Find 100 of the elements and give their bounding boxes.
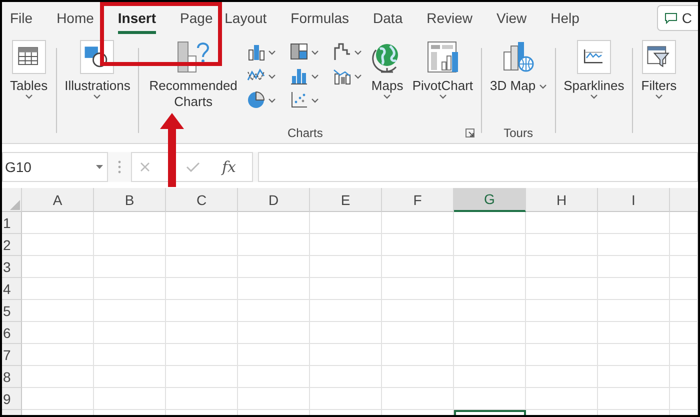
dialog-launcher-button[interactable] [465,128,476,138]
grid-cell[interactable] [454,366,526,388]
grid-cell[interactable] [382,388,454,410]
grid-cell[interactable] [22,256,94,278]
grid-cell[interactable] [166,388,238,410]
grid-cell[interactable] [238,234,310,256]
grid-cell[interactable] [670,322,698,344]
grid-cell[interactable] [238,366,310,388]
grid-cell[interactable] [454,212,526,234]
grid-cell[interactable] [670,278,698,300]
ribbon-tab[interactable]: Page Layout [180,2,267,34]
grid-cell[interactable] [238,256,310,278]
grid-cell[interactable] [598,300,670,322]
grid-cell[interactable] [238,278,310,300]
grid-cell[interactable] [310,388,382,410]
cancel-button[interactable] [140,162,150,172]
grid-cell[interactable] [526,278,598,300]
row-header[interactable]: 7 [2,344,22,366]
row-header[interactable]: 3 [2,256,22,278]
grid-cell[interactable] [526,322,598,344]
ribbon-button[interactable]: PivotChart [410,38,476,101]
grid-cell[interactable] [526,256,598,278]
grid-cell[interactable] [598,256,670,278]
grid-cell[interactable] [94,234,166,256]
grid-cell[interactable] [598,388,670,410]
grid-cell[interactable] [526,300,598,322]
grid-cell[interactable] [238,212,310,234]
grid-cell[interactable] [94,322,166,344]
grid-cell[interactable] [22,344,94,366]
ribbon-tab[interactable]: Formulas [290,2,350,34]
grid-cell[interactable] [94,278,166,300]
grid-cell[interactable] [166,322,238,344]
ribbon-tab[interactable]: Review [426,2,473,34]
grid-cell[interactable] [310,344,382,366]
grid-cell[interactable] [22,388,94,410]
grid-cell[interactable] [382,234,454,256]
grid-cell[interactable] [670,234,698,256]
grid-cell[interactable] [454,322,526,344]
grid-cell[interactable] [670,256,698,278]
grid-cell[interactable] [598,278,670,300]
grid-cell[interactable] [526,388,598,410]
ribbon-button[interactable]: Illustrations [62,38,132,101]
column-header[interactable]: E [310,188,382,212]
column-header[interactable]: H [526,188,598,212]
grid-cell[interactable] [166,300,238,322]
grid-cell[interactable] [94,300,166,322]
grid-cell[interactable] [166,234,238,256]
grid-cell[interactable] [166,278,238,300]
grid-cell[interactable] [454,344,526,366]
grid-cell[interactable] [166,212,238,234]
grid-cell[interactable] [22,366,94,388]
grid-cell[interactable] [598,322,670,344]
grid-cell[interactable] [94,366,166,388]
grid-cell[interactable] [94,388,166,410]
grid-cell[interactable] [382,300,454,322]
ribbon-button[interactable]: 3D Map [488,38,549,96]
grid-cell[interactable] [166,366,238,388]
grid-cell[interactable] [22,278,94,300]
grid-cell[interactable] [382,366,454,388]
grid-cell[interactable] [670,366,698,388]
grid-cell[interactable] [454,278,526,300]
ribbon-button[interactable]: Recommended Charts [145,38,242,112]
grid-cell[interactable] [310,212,382,234]
grid-cell[interactable] [22,300,94,322]
column-header[interactable]: G [454,188,526,212]
column-header[interactable]: D [238,188,310,212]
row-header[interactable]: 5 [2,300,22,322]
row-header[interactable]: 8 [2,366,22,388]
grid-cell[interactable] [526,212,598,234]
grid-cell[interactable] [310,278,382,300]
grid-cell[interactable] [382,256,454,278]
ribbon-tab[interactable]: File [10,2,33,34]
ribbon-button[interactable]: Tables [8,38,50,101]
grid-cell[interactable] [382,344,454,366]
comments-button[interactable]: C [656,5,698,31]
grid-cell[interactable] [454,388,526,410]
grid-cell[interactable] [238,344,310,366]
ribbon-button[interactable]: Sparklines [562,38,626,101]
grid-cell[interactable] [94,256,166,278]
ribbon-tab[interactable]: Home [56,2,94,34]
row-header[interactable]: 2 [2,234,22,256]
grid-cell[interactable] [310,234,382,256]
grid-cell[interactable] [22,212,94,234]
insert-function-button[interactable]: fx [222,158,236,176]
grid-cell[interactable] [94,212,166,234]
grid-cell[interactable] [526,366,598,388]
grid-cell[interactable] [238,300,310,322]
grid-cell[interactable] [454,300,526,322]
column-header[interactable]: B [94,188,166,212]
column-header[interactable]: A [22,188,94,212]
grid-cell[interactable] [670,344,698,366]
grid-cell[interactable] [238,322,310,344]
enter-button[interactable] [186,162,200,172]
grid-cell[interactable] [598,344,670,366]
grid-cell[interactable] [166,256,238,278]
grid-cell[interactable] [670,212,698,234]
grid-cell[interactable] [22,234,94,256]
ribbon-tab[interactable]: View [496,2,527,34]
ribbon-button[interactable]: Maps [368,38,406,101]
row-header[interactable]: 9 [2,388,22,410]
